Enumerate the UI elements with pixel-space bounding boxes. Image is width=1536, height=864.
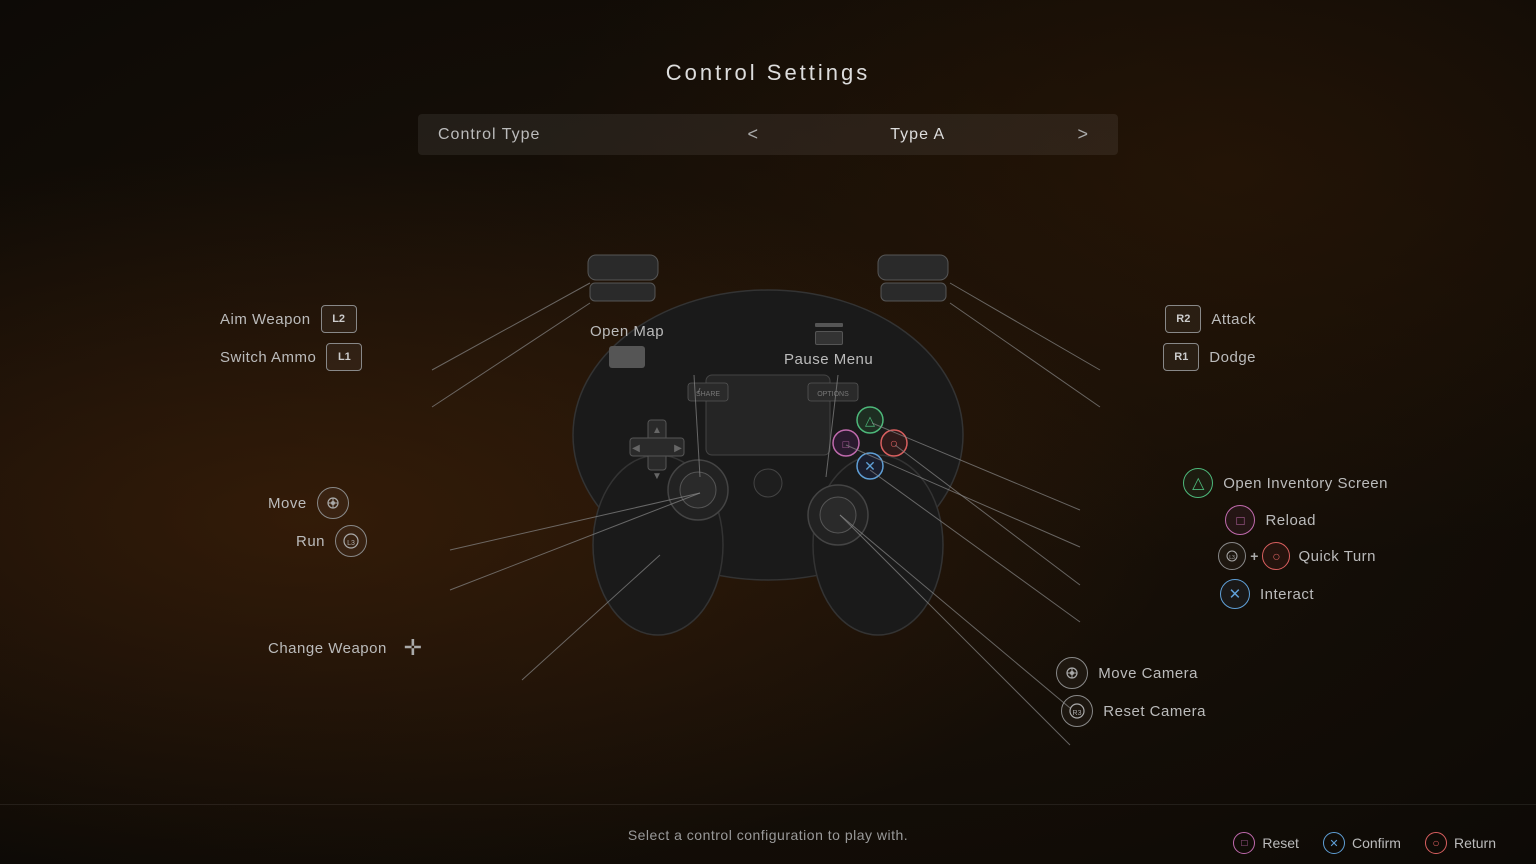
svg-text:L3: L3	[1230, 555, 1236, 561]
attack-control: R2 Attack	[1165, 305, 1256, 333]
svg-text:R3: R3	[1073, 710, 1082, 717]
options-button-icon	[815, 323, 843, 345]
move-control: Move	[268, 487, 349, 519]
svg-text:OPTIONS: OPTIONS	[817, 391, 849, 398]
pause-menu-label: Pause Menu	[784, 351, 873, 368]
reset-camera-control: R3 Reset Camera	[1061, 695, 1206, 727]
r1-button: R1	[1163, 343, 1199, 371]
svg-text:✕: ✕	[864, 458, 876, 474]
control-type-label: Control Type	[438, 126, 737, 144]
svg-text:▲: ▲	[652, 425, 662, 436]
svg-text:L3: L3	[347, 540, 355, 547]
l1-button: L1	[326, 343, 362, 371]
left-stick-icon	[317, 487, 349, 519]
svg-text:▼: ▼	[652, 471, 662, 482]
change-weapon-control: Change Weapon ✛	[268, 635, 429, 661]
triangle-button-icon: △	[1183, 468, 1213, 498]
l3-icon: L3	[335, 525, 367, 557]
control-type-left-arrow[interactable]: <	[737, 124, 768, 145]
svg-text:◀: ◀	[632, 443, 640, 454]
svg-text:▶: ▶	[674, 443, 682, 454]
r2-button: R2	[1165, 305, 1201, 333]
change-weapon-label: Change Weapon	[268, 640, 387, 657]
reset-square-icon: □	[1233, 832, 1255, 854]
svg-text:SHARE: SHARE	[696, 391, 720, 398]
move-label: Move	[268, 495, 307, 512]
circle-button-icon: ○	[1262, 542, 1290, 570]
quick-turn-label: Quick Turn	[1298, 548, 1376, 565]
aim-weapon-control: Aim Weapon L2	[220, 305, 357, 333]
control-type-row: Control Type < Type A >	[418, 114, 1118, 155]
reset-button[interactable]: □ Reset	[1233, 832, 1299, 854]
inventory-label: Open Inventory Screen	[1223, 475, 1388, 492]
reset-camera-label: Reset Camera	[1103, 703, 1206, 720]
switch-ammo-label: Switch Ammo	[220, 349, 316, 366]
return-label: Return	[1454, 835, 1496, 851]
move-camera-control: Move Camera	[1056, 657, 1198, 689]
aim-weapon-label: Aim Weapon	[220, 311, 311, 328]
open-map-label: Open Map	[590, 323, 664, 340]
l3-combo-icon: L3	[1218, 542, 1246, 570]
return-button[interactable]: ○ Return	[1425, 832, 1496, 854]
main-content: Control Settings Control Type < Type A >	[0, 0, 1536, 864]
control-type-right-arrow[interactable]: >	[1067, 124, 1098, 145]
return-circle-icon: ○	[1425, 832, 1447, 854]
cross-button-icon: ✕	[1220, 579, 1250, 609]
reload-label: Reload	[1265, 512, 1316, 529]
attack-label: Attack	[1211, 311, 1256, 328]
open-map-control: Open Map	[590, 323, 664, 368]
right-stick-icon	[1056, 657, 1088, 689]
dpad-icon: ✛	[397, 635, 429, 661]
dodge-control: R1 Dodge	[1163, 343, 1256, 371]
reload-control: □ Reload	[1225, 505, 1316, 535]
confirm-cross-icon: ✕	[1323, 832, 1345, 854]
move-camera-label: Move Camera	[1098, 665, 1198, 682]
control-type-value: Type A	[768, 126, 1067, 144]
hint-text: Select a control configuration to play w…	[628, 827, 908, 843]
quick-turn-control: L3 + ○ Quick Turn	[1218, 542, 1376, 570]
footer-actions: □ Reset ✕ Confirm ○ Return	[1233, 832, 1496, 854]
inventory-control: △ Open Inventory Screen	[1183, 468, 1388, 498]
confirm-button[interactable]: ✕ Confirm	[1323, 832, 1401, 854]
svg-text:△: △	[865, 413, 875, 428]
r3-icon: R3	[1061, 695, 1093, 727]
l2-button: L2	[321, 305, 357, 333]
square-button-icon: □	[1225, 505, 1255, 535]
svg-text:○: ○	[890, 435, 898, 451]
reset-label: Reset	[1262, 835, 1299, 851]
interact-control: ✕ Interact	[1220, 579, 1314, 609]
interact-label: Interact	[1260, 586, 1314, 603]
confirm-label: Confirm	[1352, 835, 1401, 851]
diagram-area: SHARE OPTIONS ▲ ▼ ◀ ▶ △ □	[0, 175, 1536, 809]
share-button-icon	[609, 346, 645, 368]
quick-turn-icons: L3 + ○	[1218, 542, 1290, 570]
pause-menu-control: Pause Menu	[784, 323, 873, 368]
dodge-label: Dodge	[1209, 349, 1256, 366]
run-label: Run	[296, 533, 325, 550]
run-control: Run L3	[296, 525, 367, 557]
switch-ammo-control: Switch Ammo L1	[220, 343, 362, 371]
page-title: Control Settings	[0, 0, 1536, 86]
